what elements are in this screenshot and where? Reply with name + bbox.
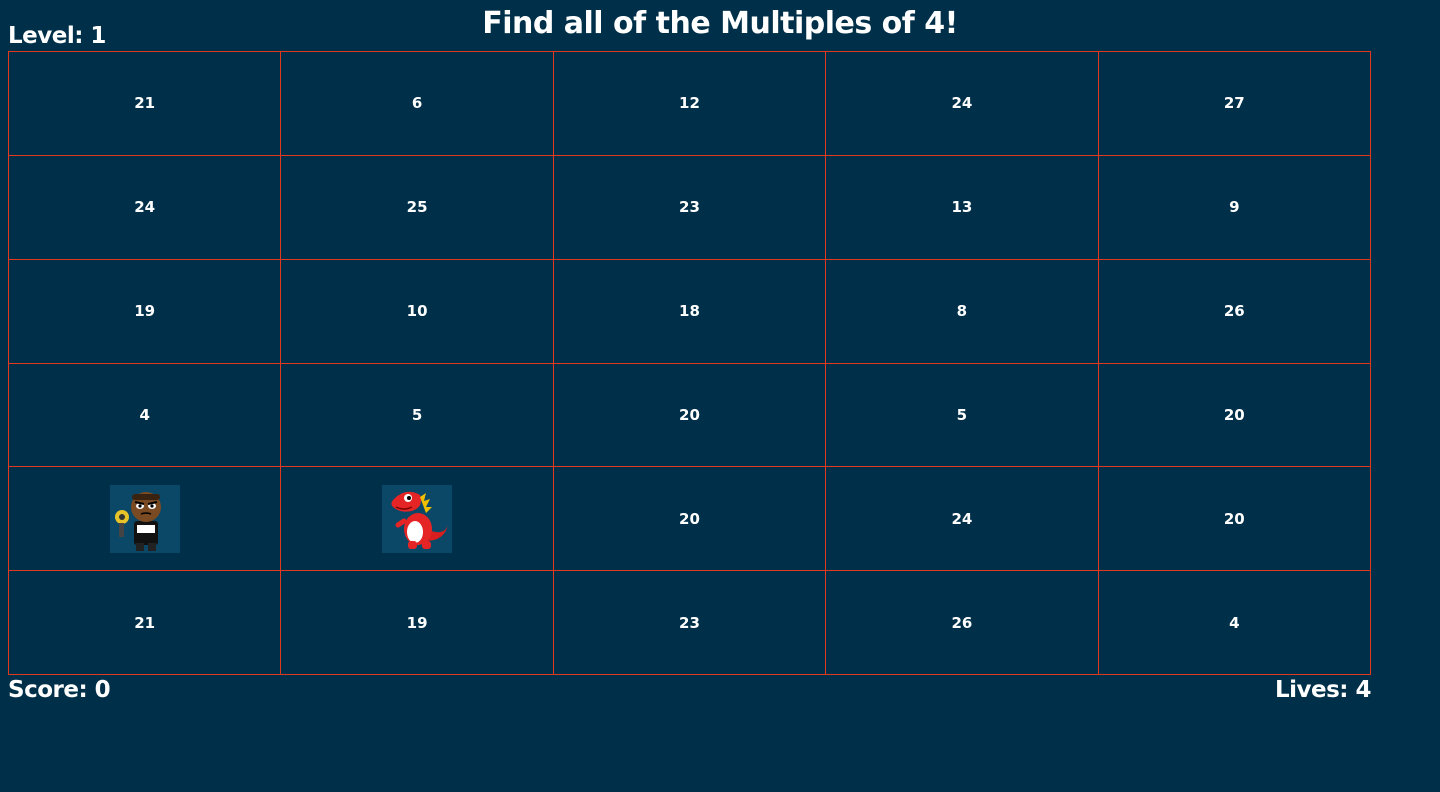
cell-number: 24 [951, 94, 973, 113]
game-board: 21 6 12 24 27 24 25 23 13 9 19 10 18 8 26 4 5 20 5 20 20 24 20… [8, 51, 1371, 675]
grid-cell-r4-c3[interactable]: 20 [553, 363, 827, 468]
grid-cell-r5-c2[interactable] [281, 467, 554, 572]
grid-cell-r5-c5[interactable]: 20 [1098, 467, 1371, 572]
game-title: Find all of the Multiples of 4! [482, 6, 958, 41]
grid-cell-r5-c3[interactable]: 20 [553, 467, 827, 572]
player-character-icon [109, 484, 180, 553]
grid-cell-r6-c4[interactable]: 26 [826, 571, 1099, 675]
score-display: Score: 0 [8, 677, 111, 703]
grid-cell-r6-c3[interactable]: 23 [553, 571, 827, 675]
cell-number: 21 [134, 613, 156, 632]
cell-number: 4 [139, 405, 150, 424]
cell-number: 19 [406, 613, 428, 632]
cell-number: 13 [951, 198, 973, 217]
grid-cell-r1-c4[interactable]: 24 [826, 52, 1099, 156]
grid-cell-r2-c3[interactable]: 23 [553, 155, 827, 260]
grid-cell-r1-c3[interactable]: 12 [553, 52, 827, 156]
cell-number: 4 [1229, 613, 1240, 632]
cell-number: 23 [679, 198, 700, 217]
grid-cell-r3-c1[interactable]: 19 [9, 259, 282, 364]
cell-number: 9 [1229, 198, 1240, 217]
grid-cell-r6-c1[interactable]: 21 [9, 571, 282, 675]
cell-number: 20 [679, 405, 700, 424]
grid-cell-r4-c4[interactable]: 5 [826, 363, 1099, 468]
cell-number: 5 [956, 405, 968, 424]
grid-cell-r6-c5[interactable]: 4 [1098, 571, 1371, 675]
grid-cell-r4-c5[interactable]: 20 [1098, 363, 1371, 468]
grid-cell-r2-c2[interactable]: 25 [281, 155, 554, 260]
grid-cell-r2-c1[interactable]: 24 [9, 155, 282, 260]
grid-cell-r6-c2[interactable]: 19 [281, 571, 554, 675]
grid-cell-r3-c5[interactable]: 26 [1098, 259, 1371, 364]
grid-cell-r4-c2[interactable]: 5 [281, 363, 554, 468]
cell-number: 20 [679, 509, 700, 528]
grid-cell-r2-c5[interactable]: 9 [1098, 155, 1371, 260]
cell-number: 12 [679, 94, 700, 113]
cell-number: 6 [411, 94, 423, 113]
cell-number: 10 [406, 302, 428, 321]
cell-number: 18 [679, 302, 700, 321]
grid-cell-r5-c4[interactable]: 24 [826, 467, 1099, 572]
level-indicator: Level: 1 [8, 23, 106, 49]
cell-number: 26 [1223, 302, 1245, 321]
cell-number: 24 [134, 198, 156, 217]
grid-cell-r1-c1[interactable]: 21 [9, 52, 282, 156]
game-screen: Find all of the Multiples of 4! Level: 1… [0, 0, 1440, 792]
lives-display: Lives: 4 [1274, 677, 1372, 703]
grid-cell-r5-c1[interactable] [9, 467, 282, 572]
cell-number: 23 [679, 613, 700, 632]
grid-cell-r1-c5[interactable]: 27 [1098, 52, 1371, 156]
cell-number: 19 [134, 302, 156, 321]
cell-number: 20 [1223, 405, 1245, 424]
grid-cell-r3-c3[interactable]: 18 [553, 259, 827, 364]
cell-number: 25 [406, 198, 428, 217]
cell-number: 20 [1223, 509, 1245, 528]
grid-cell-r1-c2[interactable]: 6 [281, 52, 554, 156]
cell-number: 26 [951, 613, 973, 632]
red-dinosaur-enemy-icon [382, 484, 453, 553]
grid-cell-r4-c1[interactable]: 4 [9, 363, 282, 468]
cell-number: 21 [134, 94, 156, 113]
grid-cell-r3-c4[interactable]: 8 [826, 259, 1099, 364]
grid-cell-r3-c2[interactable]: 10 [281, 259, 554, 364]
cell-number: 8 [956, 302, 968, 321]
cell-number: 24 [951, 509, 973, 528]
cell-number: 5 [411, 405, 423, 424]
cell-number: 27 [1223, 94, 1245, 113]
grid-cell-r2-c4[interactable]: 13 [826, 155, 1099, 260]
